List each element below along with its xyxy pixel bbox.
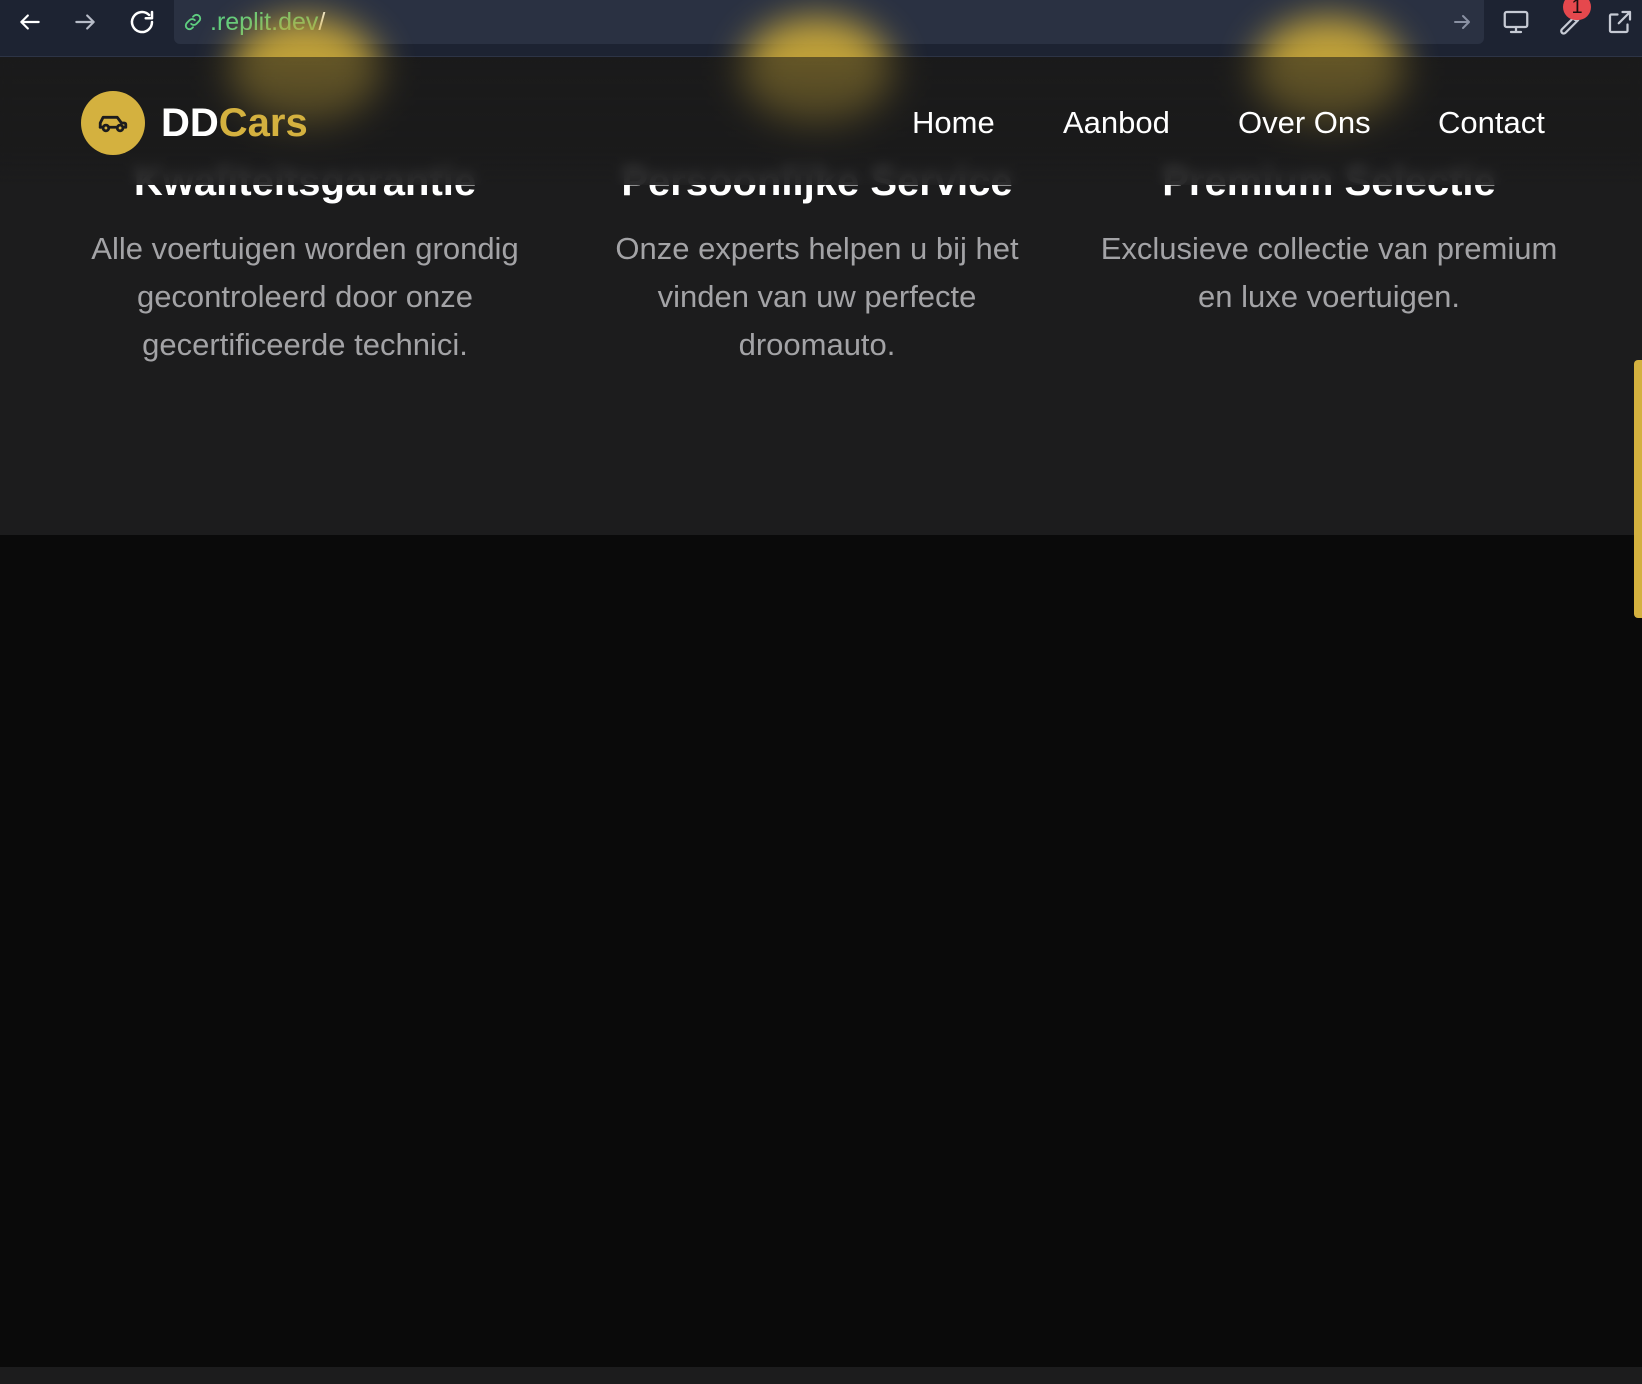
feature-description: Alle voertuigen worden grondig gecontrol… [91,231,519,362]
brand-accent: Cars [218,101,308,145]
nav-link-aanbod[interactable]: Aanbod [1063,103,1170,143]
logo-badge[interactable] [81,91,145,155]
brand-logo[interactable]: DDCars [161,99,308,147]
brand-primary: DD [161,101,219,145]
link-icon [184,13,202,31]
nav-link-contact[interactable]: Contact [1438,103,1545,143]
feature-description: Exclusieve collectie van premium en luxe… [1100,231,1558,314]
monitor-icon [1503,10,1529,34]
nav-link-over-ons[interactable]: Over Ons [1238,103,1371,143]
feature-description: Onze experts helpen u bij het vinden van… [615,231,1019,362]
scrollbar-thumb[interactable] [1634,360,1642,618]
footer-edge [0,1367,1642,1384]
nav-link-home[interactable]: Home [912,103,995,143]
reload-button[interactable] [122,0,162,44]
feature-card-quality: Kwaliteitsgarantie Alle voertuigen worde… [70,157,540,369]
open-new-tab-button[interactable] [1604,6,1636,38]
page-viewport: Kwaliteitsgarantie Alle voertuigen worde… [0,17,1642,1384]
arrow-right-icon [75,14,95,30]
car-icon [98,115,128,133]
back-button[interactable] [10,0,50,44]
go-arrow-icon[interactable] [1450,10,1474,34]
feature-card-service: Persoonlijke Service Onze experts helpen… [582,157,1052,369]
reload-icon [130,10,154,34]
site-header-nav: DDCars Home Aanbod Over Ons Contact [0,57,1642,185]
forward-button[interactable] [65,0,105,44]
device-preview-button[interactable] [1500,6,1532,38]
arrow-left-icon [20,14,40,30]
notification-badge: 1 [1563,0,1591,20]
external-link-icon [1608,10,1632,34]
